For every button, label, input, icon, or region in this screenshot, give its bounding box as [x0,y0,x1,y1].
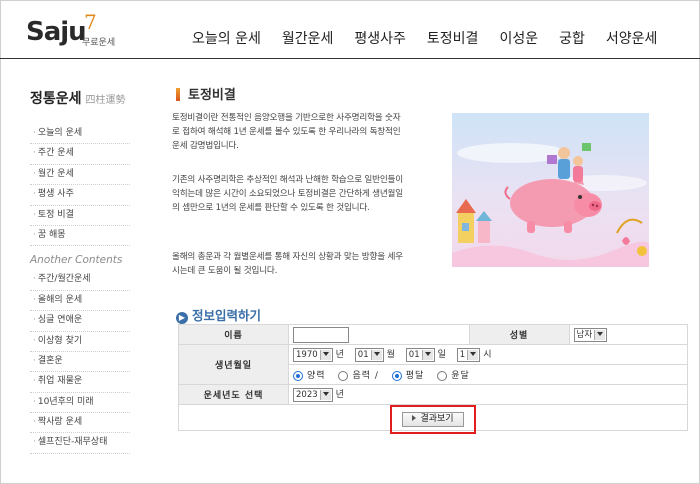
lunar-label: 음력 / [352,371,379,381]
year-unit: 년 [335,350,344,361]
nav-today[interactable]: 오늘의 운세 [192,28,261,48]
chevron-down-icon [597,331,604,336]
sidebar-title: 정통운세 四柱運勢 [30,88,140,108]
day-select-value: 01 [408,349,420,360]
chevron-down-icon [424,351,431,356]
logo-number: 7 [84,10,97,34]
sidebar-item-self-finance[interactable]: 셀프진단-재무상태 [30,433,130,454]
nav-western[interactable]: 서양운세 [606,28,658,48]
sidebar-item-future[interactable]: 10년후의 미래 [30,393,130,414]
sidebar-item-career-wealth[interactable]: 취업 재물운 [30,372,130,393]
nav-love[interactable]: 이성운 [499,28,538,48]
nav-tojeong[interactable]: 토정비결 [427,28,479,48]
sidebar-item-lifetime[interactable]: 평생 사주 [30,185,130,206]
sidebar: 정통운세四柱運勢 오늘의 운세 주간 운세 월간 운세 평생 사주 토정 비결 … [30,88,140,454]
normal-month-radio[interactable] [391,370,402,381]
hour-select-value: 1 [459,349,466,360]
day-select[interactable]: 01 [405,347,435,362]
sidebar-item-weekly-monthly[interactable]: 주간/월간운세 [30,270,130,291]
nav-compatibility[interactable]: 궁합 [559,28,585,48]
hour-unit: 시 [483,350,492,361]
sidebar-item-dream[interactable]: 꿈 해몽 [30,226,130,247]
name-cell [288,324,470,345]
page-title-text: 토정비결 [188,88,236,103]
lunar-radio[interactable] [338,370,349,381]
chevron-down-icon [373,351,380,356]
chevron-down-icon [322,351,329,356]
sidebar-title-text: 정통운세 [30,91,82,107]
form-title: ▶ 정보입력하기 [176,305,261,324]
fortune-year-unit: 년 [335,390,344,401]
gender-label: 성별 [468,324,570,345]
form-title-text: 정보입력하기 [192,308,262,323]
logo-text: Saju [26,17,87,47]
solar-radio[interactable] [293,370,303,381]
year-select-value: 1970 [296,349,318,360]
main-nav: 오늘의 운세 월간운세 평생사주 토정비결 이성운 궁합 서양운세 [192,28,678,48]
name-input[interactable] [293,326,349,343]
sidebar-item-monthly[interactable]: 월간 운세 [30,165,130,186]
month-unit: 월 [386,350,395,361]
sidebar-item-today[interactable]: 오늘의 운세 [30,124,130,145]
leap-month-radio[interactable] [437,370,448,381]
header: Saju 7 무료운세 오늘의 운세 월간운세 평생사주 토정비결 이성운 궁합… [0,0,700,60]
chevron-down-icon [322,391,329,396]
leap-month-label: 윤달 [451,371,470,381]
play-arrow-icon [412,415,417,421]
another-contents-title: Another Contents [30,254,123,267]
logo-subtitle: 무료운세 [82,38,116,48]
title-bar-icon [176,88,180,101]
year-select[interactable]: 1970 [293,347,333,362]
fortune-year-select-value: 2023 [296,389,318,400]
fortune-year-select[interactable]: 2023 [293,387,333,402]
birth-date-cell: 1970 년 01 월 01 일 1 시 [288,344,688,365]
hour-select[interactable]: 1 [456,347,481,362]
month-select[interactable]: 01 [354,347,384,362]
sidebar-item-ideal-type[interactable]: 이상형 찾기 [30,332,130,352]
gender-select-value: 남자 [576,329,593,340]
birth-label: 생년월일 [178,344,289,385]
page-title: 토정비결 [176,84,236,103]
fortune-year-cell: 2023 년 [288,384,688,405]
site-logo[interactable]: Saju 7 무료운세 [26,10,115,48]
nav-lifetime-saju[interactable]: 평생사주 [354,28,406,48]
sidebar-title-hanja: 四柱運勢 [85,95,126,106]
sidebar-item-marriage[interactable]: 결혼운 [30,352,130,373]
normal-month-label: 평달 [405,371,425,381]
result-button-label: 결과보기 [420,414,454,424]
sidebar-item-crush[interactable]: 짝사랑 운세 [30,413,130,434]
chevron-down-icon [470,351,477,356]
solar-label: 양력 [307,371,326,381]
nav-monthly[interactable]: 월간운세 [282,28,334,48]
intro-paragraph-1: 토정비결이란 전통적인 음양오행을 기반으로한 사주명리학을 숫자로 접하여 해… [172,113,401,151]
another-contents-menu: 주간/월간운세 올해의 운세 싱글 연애운 이상형 찾기 결혼운 취업 재물운 … [30,270,140,454]
sidebar-menu: 오늘의 운세 주간 운세 월간 운세 평생 사주 토정 비결 꿈 해몽 [30,124,140,247]
info-circle-icon: ▶ [176,312,188,324]
header-divider [0,58,700,59]
calendar-type-cell: 양력 음력 / 평달 윤달 [288,364,688,385]
result-button-highlight: 결과보기 [390,405,476,434]
flying-pig-illustration [452,113,649,267]
name-label: 이름 [178,324,289,345]
gender-cell: 남자 [568,324,689,345]
fortune-year-label: 운세년도 선택 [178,384,289,405]
sidebar-item-single-love[interactable]: 싱글 연애운 [30,311,130,332]
intro-paragraph-2: 기존의 사주명리학은 추상적인 해석과 난해한 학습으로 일반인들이 익히는데 … [172,175,403,213]
sidebar-item-tojeong[interactable]: 토정 비결 [30,206,130,226]
result-button[interactable]: 결과보기 [402,412,464,427]
sidebar-item-weekly[interactable]: 주간 운세 [30,144,130,165]
month-select-value: 01 [357,349,369,360]
day-unit: 일 [437,350,446,361]
gender-select[interactable]: 남자 [573,327,608,342]
intro-paragraph-3: 올해의 총운과 각 월별운세를 통해 자신의 상황과 맞는 방향을 세우시는데 … [172,252,403,276]
sidebar-item-this-year[interactable]: 올해의 운세 [30,291,130,312]
